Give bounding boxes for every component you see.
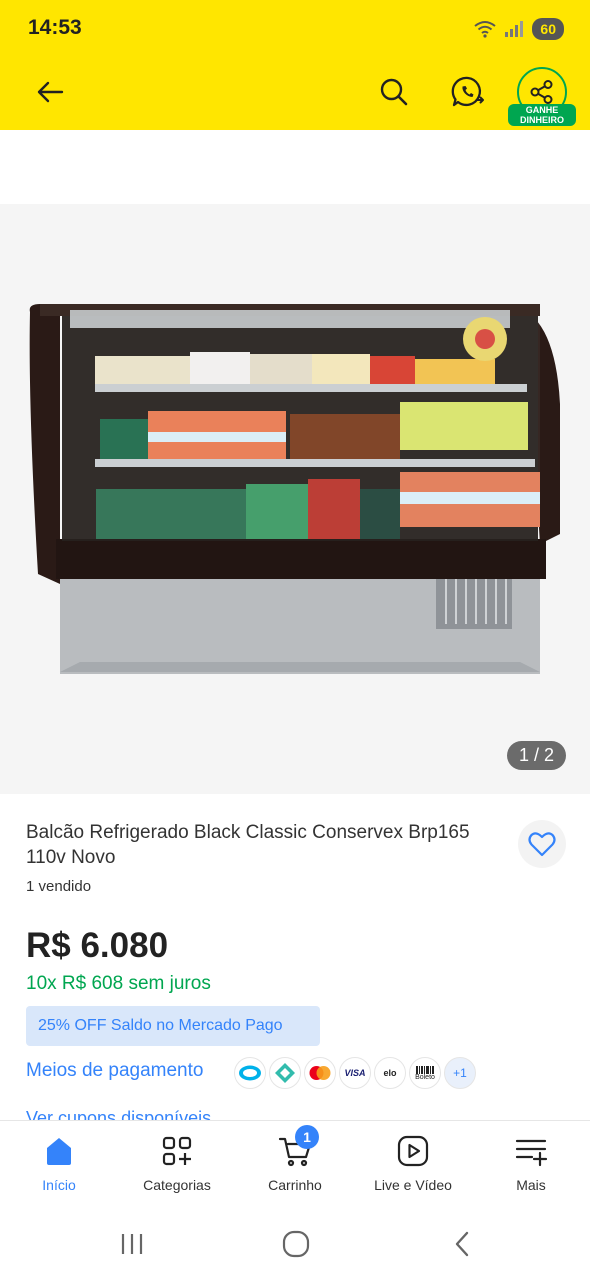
- home-icon: [41, 1133, 77, 1169]
- nav-cart-label: Carrinho: [268, 1177, 322, 1193]
- chevron-left-icon: [455, 1231, 469, 1257]
- app-header: 14:53 60 GANHE DINHEIRO: [0, 0, 590, 130]
- status-bar: 14:53 60: [0, 0, 590, 58]
- share-icon: [530, 80, 553, 104]
- whatsapp-icon: [451, 76, 484, 107]
- promo-badge: 25% OFF Saldo no Mercado Pago: [26, 1006, 320, 1046]
- nav-home-label: Início: [42, 1177, 76, 1193]
- status-icons: 60: [474, 18, 564, 40]
- payment-methods-link[interactable]: Meios de pagamento: [26, 1060, 203, 1082]
- wifi-icon: [474, 21, 497, 38]
- visa-icon: visa: [339, 1057, 371, 1089]
- boleto-icon: boleto: [409, 1057, 441, 1089]
- installments-text: 10x R$ 608 sem juros: [26, 973, 211, 994]
- video-play-icon: [395, 1133, 431, 1169]
- battery-indicator: 60: [532, 18, 564, 40]
- nav-home[interactable]: Início: [0, 1121, 118, 1207]
- home-circle-icon: [282, 1230, 310, 1258]
- share-earn-label: GANHE DINHEIRO: [508, 104, 576, 126]
- nav-categories-label: Categorias: [143, 1177, 211, 1193]
- product-page: 14:53 60 GANHE DINHEIRO 1 / 2 Balcão Ref…: [0, 0, 590, 1280]
- categories-icon: [159, 1133, 195, 1169]
- whatsapp-share-button[interactable]: [446, 70, 490, 114]
- sold-count: 1 vendido: [26, 878, 92, 895]
- nav-live-video[interactable]: Live e Vídeo: [354, 1121, 472, 1207]
- status-time: 14:53: [28, 16, 82, 39]
- back-button[interactable]: [30, 72, 70, 112]
- elo-icon: elo: [374, 1057, 406, 1089]
- payment-icons[interactable]: visa elo boleto +1: [234, 1057, 476, 1089]
- more-payment-methods[interactable]: +1: [444, 1057, 476, 1089]
- image-counter: 1 / 2: [506, 741, 566, 770]
- home-system-button[interactable]: [276, 1228, 316, 1260]
- recent-apps-button[interactable]: [112, 1228, 152, 1260]
- bottom-navigation: Início Categorias 1 Carrinho Live e Víde…: [0, 1120, 590, 1206]
- favorite-button[interactable]: [518, 820, 566, 868]
- nav-more[interactable]: Mais: [472, 1121, 590, 1207]
- pix-icon: [269, 1057, 301, 1089]
- recent-apps-icon: [121, 1234, 143, 1254]
- search-icon: [380, 78, 408, 106]
- menu-plus-icon: [513, 1133, 549, 1169]
- product-gallery[interactable]: 1 / 2: [0, 204, 590, 794]
- search-button[interactable]: [374, 72, 414, 112]
- signal-icon: [505, 21, 524, 37]
- cart-icon: 1: [277, 1125, 319, 1169]
- nav-live-video-label: Live e Vídeo: [374, 1177, 452, 1193]
- mercado-pago-icon: [234, 1057, 266, 1089]
- arrow-left-icon: [37, 81, 64, 103]
- cart-badge: 1: [295, 1125, 319, 1149]
- top-bar: GANHE DINHEIRO: [0, 58, 590, 130]
- heart-icon: [528, 832, 556, 857]
- product-price: R$ 6.080: [26, 926, 169, 965]
- mastercard-icon: [304, 1057, 336, 1089]
- product-title: Balcão Refrigerado Black Classic Conserv…: [26, 822, 470, 868]
- nav-categories[interactable]: Categorias: [118, 1121, 236, 1207]
- back-system-button[interactable]: [442, 1228, 482, 1260]
- system-navigation-bar: [0, 1206, 590, 1280]
- nav-cart[interactable]: 1 Carrinho: [236, 1121, 354, 1207]
- nav-more-label: Mais: [516, 1177, 546, 1193]
- product-image: [29, 304, 560, 674]
